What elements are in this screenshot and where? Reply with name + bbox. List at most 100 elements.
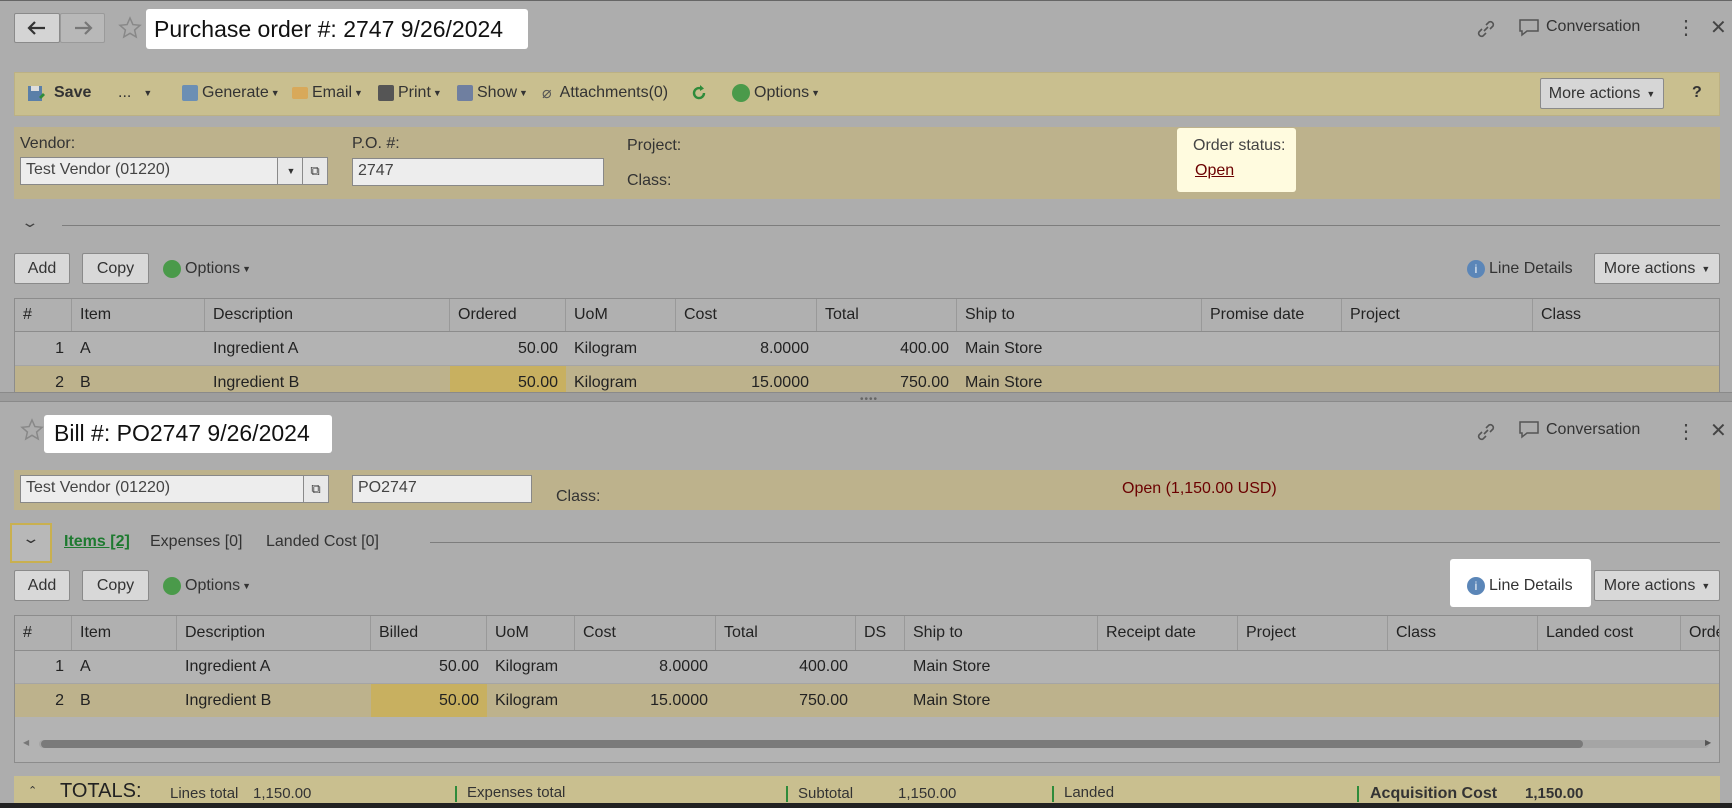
conversation-label[interactable]: Conversation [1546, 18, 1640, 36]
bill-vendor-field[interactable]: Test Vendor (01220) [20, 475, 304, 503]
vendor-field[interactable]: Test Vendor (01220) [20, 157, 278, 185]
conversation-label[interactable]: Conversation [1546, 421, 1640, 439]
options-button[interactable]: Options ▼ [732, 82, 820, 104]
line-details-button[interactable]: i Line Details [1467, 575, 1573, 597]
cell-ship-to[interactable]: Main Store [905, 651, 1098, 683]
copy-row-button[interactable]: Copy [82, 253, 149, 284]
panel-splitter[interactable]: •••• [0, 392, 1732, 405]
column-header[interactable]: Landed cost [1538, 616, 1681, 650]
help-button[interactable]: ? [1692, 84, 1702, 102]
column-header[interactable]: DS [856, 616, 905, 650]
column-header[interactable]: Receipt date [1098, 616, 1238, 650]
grid-options-button[interactable]: Options ▼ [163, 575, 251, 597]
cell-ordered[interactable]: 50.00 [450, 332, 566, 365]
kebab-menu-icon[interactable]: ⋮ [1676, 419, 1696, 444]
copy-row-button[interactable]: Copy [82, 570, 149, 601]
cell-ship-to[interactable]: Main Store [957, 366, 1202, 393]
link-icon[interactable] [1476, 422, 1496, 442]
scroll-right-arrow[interactable]: ▶ [1705, 738, 1711, 747]
tab-expenses[interactable]: Expenses [0] [150, 533, 243, 551]
column-header[interactable]: Class [1533, 299, 1719, 331]
more-actions-button[interactable]: More actions ▼ [1540, 78, 1664, 109]
totals-collapse-icon[interactable]: ⌃ [28, 784, 37, 797]
tab-items[interactable]: Items [2] [64, 533, 130, 551]
add-row-button[interactable]: Add [14, 570, 70, 601]
cell-ship-to[interactable]: Main Store [957, 332, 1202, 365]
kebab-menu-icon[interactable]: ⋮ [1676, 15, 1696, 40]
cell-billed[interactable]: 50.00 [371, 684, 487, 717]
column-header[interactable]: Cost [676, 299, 817, 331]
cell-description[interactable]: Ingredient A [205, 332, 450, 365]
column-header[interactable]: # [15, 299, 72, 331]
grid-more-actions-button[interactable]: More actions ▼ [1594, 253, 1720, 284]
column-header[interactable]: Total [817, 299, 957, 331]
generate-button[interactable]: Generate ▼ [182, 82, 280, 104]
column-header[interactable]: Project [1342, 299, 1533, 331]
cell-ordered[interactable]: 50.00 [450, 366, 566, 393]
cell-item[interactable]: B [72, 366, 205, 393]
cell-cost[interactable]: 8.0000 [575, 651, 716, 683]
cell-uom[interactable]: Kilogram [566, 366, 676, 393]
collapse-chevron-icon[interactable]: ⌄ [21, 530, 40, 547]
table-row[interactable]: 1 A Ingredient A 50.00 Kilogram 8.0000 4… [15, 332, 1719, 366]
bill-vendor-open-button[interactable]: ⧉ [303, 475, 329, 503]
column-header[interactable]: Ship to [957, 299, 1202, 331]
forward-button[interactable] [60, 13, 105, 43]
bill-ref-field[interactable]: PO2747 [352, 475, 532, 503]
cell-description[interactable]: Ingredient B [205, 366, 450, 393]
save-button[interactable]: Save [26, 82, 91, 104]
show-button[interactable]: Show ▼ [457, 82, 528, 104]
favorite-star-icon[interactable] [20, 418, 44, 442]
cell-uom[interactable]: Kilogram [487, 651, 575, 683]
cell-uom[interactable]: Kilogram [487, 684, 575, 717]
scroll-left-arrow[interactable]: ◀ [23, 738, 29, 747]
cell-ship-to[interactable]: Main Store [905, 684, 1098, 717]
tab-landed-cost[interactable]: Landed Cost [0] [266, 533, 379, 551]
cell-cost[interactable]: 15.0000 [575, 684, 716, 717]
grid-options-button[interactable]: Options ▼ [163, 258, 251, 280]
collapse-chevron-icon[interactable]: ⌄ [20, 214, 39, 231]
table-row-selected[interactable]: 2 B Ingredient B 50.00 Kilogram 15.0000 … [15, 684, 1719, 717]
attachments-button[interactable]: ⌀ Attachments(0) [542, 82, 668, 104]
print-button[interactable]: Print ▼ [378, 82, 442, 104]
add-row-button[interactable]: Add [14, 253, 70, 284]
cell-cost[interactable]: 8.0000 [676, 332, 817, 365]
column-header[interactable]: Total [716, 616, 856, 650]
back-button[interactable] [14, 13, 60, 43]
cell-uom[interactable]: Kilogram [566, 332, 676, 365]
column-header[interactable]: Promise date [1202, 299, 1342, 331]
cell-item[interactable]: A [72, 651, 177, 683]
column-header[interactable]: Orde [1681, 616, 1719, 650]
column-header[interactable]: Item [72, 616, 177, 650]
column-header[interactable]: Project [1238, 616, 1388, 650]
line-details-button[interactable]: i Line Details [1467, 258, 1573, 280]
column-header[interactable]: Description [177, 616, 371, 650]
column-header[interactable]: UoM [566, 299, 676, 331]
conversation-icon[interactable] [1518, 18, 1540, 38]
column-header[interactable]: Class [1388, 616, 1538, 650]
vendor-open-button[interactable]: ⧉ [302, 157, 328, 185]
close-icon[interactable]: ✕ [1710, 418, 1727, 443]
cell-item[interactable]: B [72, 684, 177, 717]
close-icon[interactable]: ✕ [1710, 15, 1727, 40]
column-header[interactable]: UoM [487, 616, 575, 650]
cell-description[interactable]: Ingredient B [177, 684, 371, 717]
order-status-link[interactable]: Open [1195, 162, 1234, 180]
column-header[interactable]: Cost [575, 616, 716, 650]
cell-description[interactable]: Ingredient A [177, 651, 371, 683]
column-header[interactable]: # [15, 616, 72, 650]
more-menu-button[interactable]: ... ▼ [118, 82, 152, 104]
email-button[interactable]: Email ▼ [292, 82, 363, 104]
grid-more-actions-button[interactable]: More actions ▼ [1594, 570, 1720, 601]
table-row-selected[interactable]: 2 B Ingredient B 50.00 Kilogram 15.0000 … [15, 366, 1719, 393]
column-header[interactable]: Ordered [450, 299, 566, 331]
column-header[interactable]: Item [72, 299, 205, 331]
column-header[interactable]: Ship to [905, 616, 1098, 650]
refresh-button[interactable] [690, 82, 708, 104]
cell-cost[interactable]: 15.0000 [676, 366, 817, 393]
cell-item[interactable]: A [72, 332, 205, 365]
cell-billed[interactable]: 50.00 [371, 651, 487, 683]
po-number-field[interactable]: 2747 [352, 158, 604, 186]
favorite-star-icon[interactable] [118, 16, 142, 40]
vendor-dropdown-button[interactable]: ▼ [277, 157, 303, 185]
